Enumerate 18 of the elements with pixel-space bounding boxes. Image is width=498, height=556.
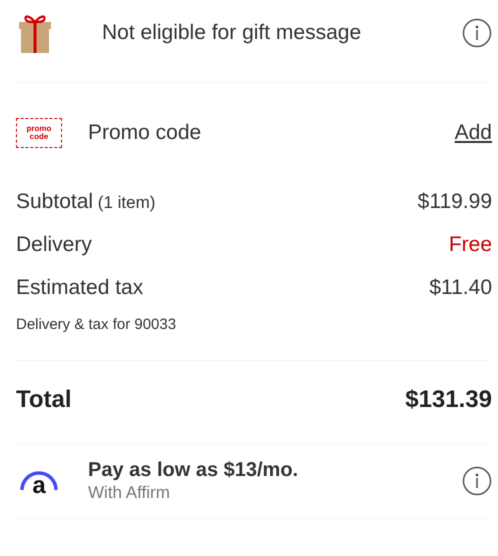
total-label: Total [16,386,72,415]
total-value: $131.39 [405,386,492,415]
promo-code-label: Promo code [88,120,202,146]
add-promo-link[interactable]: Add [454,117,492,148]
info-icon[interactable] [462,18,492,48]
delivery-location-note: Delivery & tax for 90033 [16,314,178,334]
info-icon[interactable] [462,466,492,496]
summary-label: Delivery [16,232,92,258]
summary-value: Free [448,232,492,258]
affirm-subtitle: With Affirm [88,482,171,504]
affirm-logo: a [16,464,62,498]
promo-code-icon: promo code [16,118,62,148]
summary-value: $11.40 [429,275,492,301]
affirm-offer-title: Pay as low as $13/mo. [88,458,298,482]
summary-label: Subtotal (1 item) [16,189,156,215]
summary-value: $119.99 [418,189,492,215]
summary-label: Estimated tax [16,275,144,301]
gift-message-status: Not eligible for gift message [102,20,362,46]
